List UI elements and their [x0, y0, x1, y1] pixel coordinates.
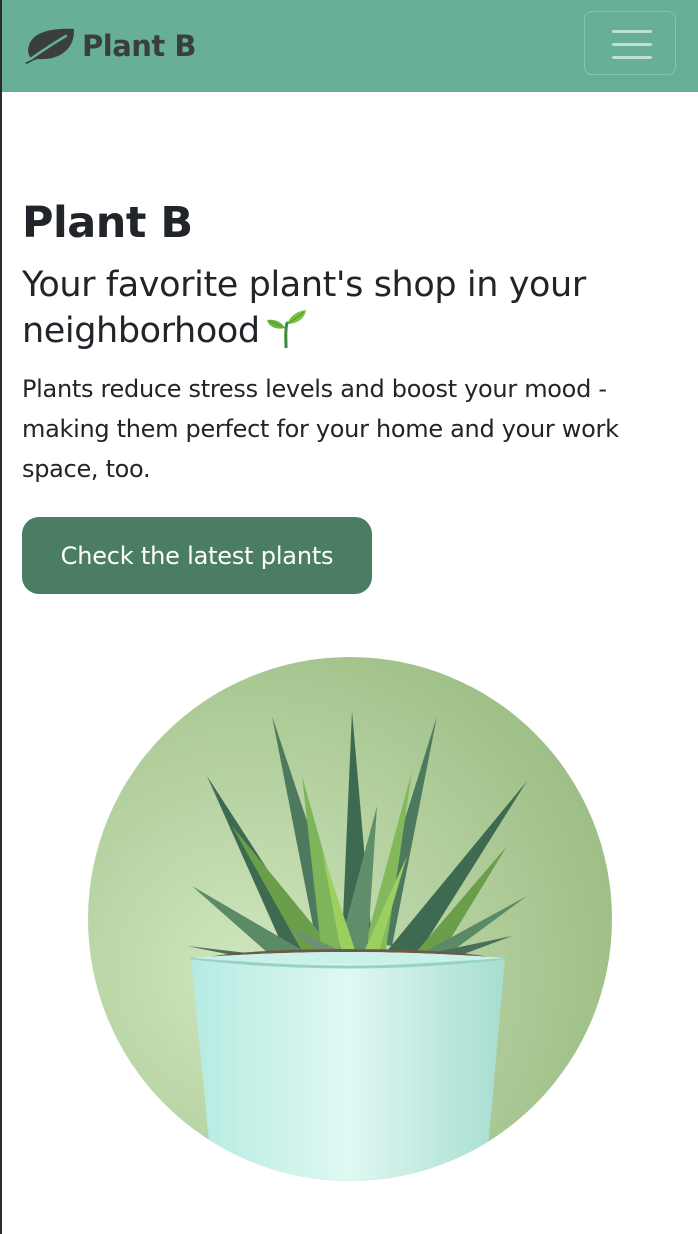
check-latest-plants-button[interactable]: Check the latest plants — [22, 517, 372, 594]
page-left-border — [0, 0, 2, 1234]
seedling-icon — [266, 310, 306, 348]
hero-title: Plant B — [22, 198, 193, 248]
leaf-icon — [25, 28, 74, 64]
menu-toggle-button[interactable] — [584, 11, 676, 75]
navbar: Plant B — [2, 0, 698, 92]
hero-subtitle: Your favorite plant's shop in your neigh… — [22, 262, 682, 354]
brand-name: Plant B — [82, 29, 196, 63]
hero-description: Plants reduce stress levels and boost yo… — [22, 375, 619, 483]
brand-link[interactable]: Plant B — [24, 27, 196, 65]
hamburger-menu-icon — [612, 30, 652, 33]
potted-succulent-image — [88, 657, 612, 1181]
